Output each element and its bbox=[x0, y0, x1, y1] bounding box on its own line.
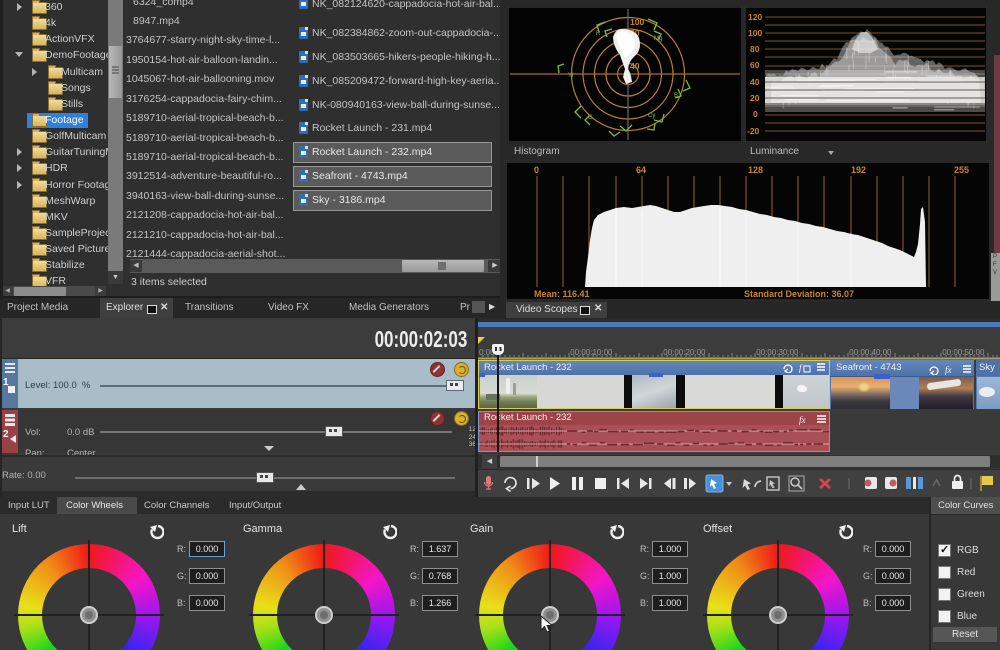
svg-text:80: 80 bbox=[750, 44, 760, 54]
svg-text:fx: fx bbox=[799, 415, 806, 425]
svg-text:100: 100 bbox=[630, 17, 644, 27]
svg-text:64: 64 bbox=[636, 165, 646, 175]
svg-text:0: 0 bbox=[753, 109, 758, 119]
svg-text:Standard Deviation: 36.07: Standard Deviation: 36.07 bbox=[744, 289, 854, 299]
svg-text:B: B bbox=[674, 93, 678, 99]
svg-text:40: 40 bbox=[630, 61, 640, 71]
svg-text:f: f bbox=[799, 363, 803, 373]
svg-text:120: 120 bbox=[748, 12, 762, 22]
svg-text:192: 192 bbox=[851, 165, 866, 175]
svg-text:60: 60 bbox=[750, 60, 760, 70]
svg-text:255: 255 bbox=[954, 165, 969, 175]
svg-text:R: R bbox=[596, 31, 601, 37]
svg-text:fx: fx bbox=[945, 365, 952, 375]
svg-text:G: G bbox=[588, 115, 593, 121]
svg-text:-20: -20 bbox=[747, 126, 760, 136]
svg-text:100: 100 bbox=[748, 28, 762, 38]
svg-text:Yl: Yl bbox=[568, 73, 573, 79]
svg-text:128: 128 bbox=[748, 165, 763, 175]
svg-text:20: 20 bbox=[750, 93, 760, 103]
svg-text:Cy: Cy bbox=[648, 113, 655, 119]
svg-text:40: 40 bbox=[750, 77, 760, 87]
svg-text:Mg: Mg bbox=[654, 36, 662, 42]
svg-text:0: 0 bbox=[534, 165, 539, 175]
svg-text:Mean: 116.41: Mean: 116.41 bbox=[534, 289, 590, 299]
